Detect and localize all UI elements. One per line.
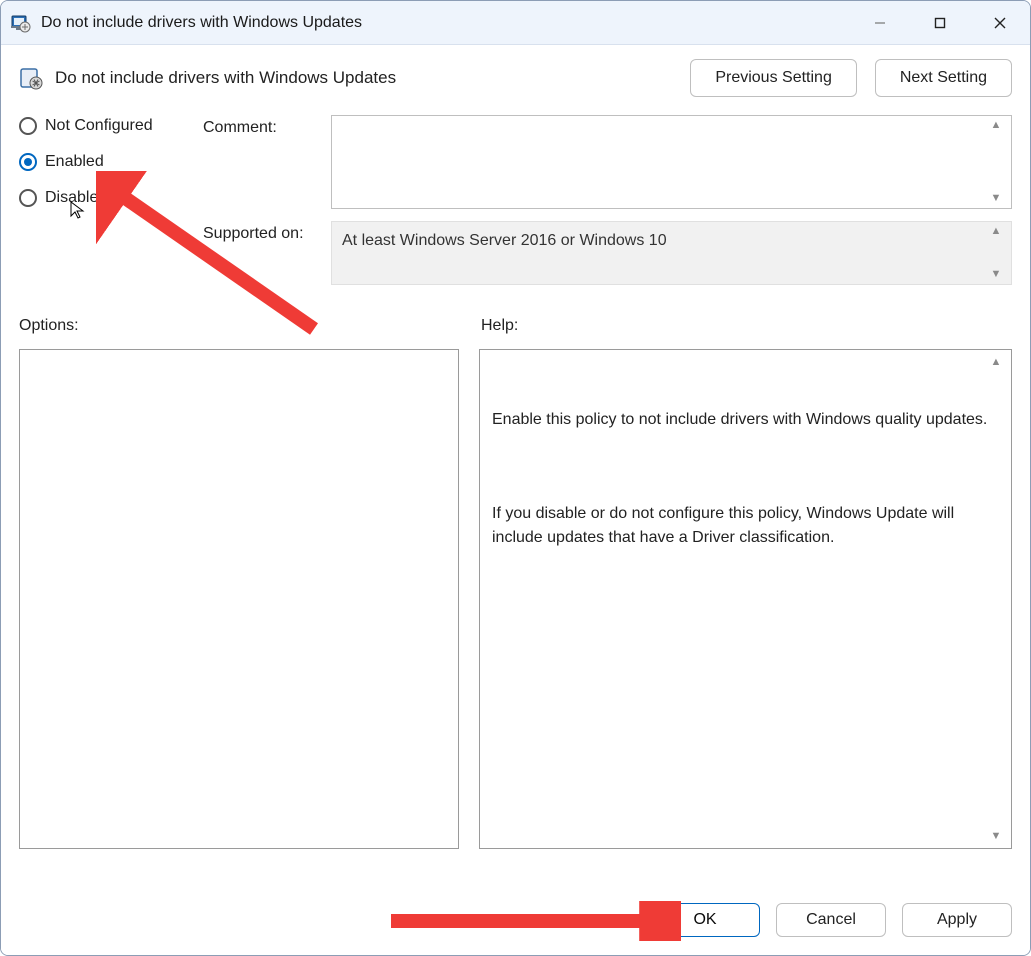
comment-scroll: ▲ ▼ xyxy=(985,116,1007,208)
apply-button[interactable]: Apply xyxy=(902,903,1012,937)
radio-label: Not Configured xyxy=(45,117,153,135)
policy-app-icon xyxy=(11,13,31,33)
options-label: Options: xyxy=(19,317,459,335)
radio-enabled[interactable]: Enabled xyxy=(19,153,203,171)
scroll-up-icon[interactable]: ▲ xyxy=(985,120,1007,131)
ok-button[interactable]: OK xyxy=(650,903,760,937)
radio-circle-icon xyxy=(19,153,37,171)
radio-label: Enabled xyxy=(45,153,104,171)
section-labels: Options: Help: xyxy=(19,317,1012,335)
help-label: Help: xyxy=(481,317,1012,335)
cancel-button[interactable]: Cancel xyxy=(776,903,886,937)
window-title: Do not include drivers with Windows Upda… xyxy=(41,14,362,32)
supported-value: At least Windows Server 2016 or Windows … xyxy=(342,232,667,249)
radio-circle-icon xyxy=(19,117,37,135)
scroll-up-icon[interactable]: ▲ xyxy=(985,226,1007,237)
nav-buttons: Previous Setting Next Setting xyxy=(690,59,1012,97)
comment-row: Comment: ▲ ▼ xyxy=(203,115,1012,209)
supported-on-text: At least Windows Server 2016 or Windows … xyxy=(331,221,1012,285)
help-scrollbar: ▲ ▼ xyxy=(985,350,1007,848)
close-button[interactable] xyxy=(970,1,1030,44)
maximize-button[interactable] xyxy=(910,1,970,44)
help-paragraph: If you disable or do not configure this … xyxy=(492,502,999,550)
policy-header: Do not include drivers with Windows Upda… xyxy=(19,59,1012,97)
supported-scroll: ▲ ▼ xyxy=(985,222,1007,284)
policy-icon xyxy=(19,66,43,90)
scroll-down-icon[interactable]: ▼ xyxy=(985,269,1007,280)
help-pane: Enable this policy to not include driver… xyxy=(479,349,1012,849)
radio-not-configured[interactable]: Not Configured xyxy=(19,117,203,135)
previous-setting-button[interactable]: Previous Setting xyxy=(690,59,857,97)
scroll-down-icon[interactable]: ▼ xyxy=(985,828,1007,845)
radio-circle-icon xyxy=(19,189,37,207)
scroll-up-icon[interactable]: ▲ xyxy=(985,354,1007,371)
panes-row: Enable this policy to not include driver… xyxy=(19,349,1012,849)
fields-column: Comment: ▲ ▼ Supported on: At least Wind… xyxy=(203,115,1012,297)
supported-label: Supported on: xyxy=(203,221,331,243)
radio-label: Disabled xyxy=(45,189,107,207)
group-policy-editor-dialog: Do not include drivers with Windows Upda… xyxy=(0,0,1031,956)
policy-title: Do not include drivers with Windows Upda… xyxy=(55,68,396,88)
minimize-button[interactable] xyxy=(850,1,910,44)
window-controls xyxy=(850,1,1030,44)
comment-textarea[interactable]: ▲ ▼ xyxy=(331,115,1012,209)
next-setting-button[interactable]: Next Setting xyxy=(875,59,1012,97)
supported-row: Supported on: At least Windows Server 20… xyxy=(203,221,1012,285)
help-paragraph: Enable this policy to not include driver… xyxy=(492,408,999,432)
scroll-down-icon[interactable]: ▼ xyxy=(985,193,1007,204)
options-pane xyxy=(19,349,459,849)
comment-label: Comment: xyxy=(203,115,331,137)
state-radio-group: Not Configured Enabled Disabled xyxy=(19,115,203,297)
config-row: Not Configured Enabled Disabled Comment: xyxy=(19,115,1012,297)
dialog-body: Do not include drivers with Windows Upda… xyxy=(1,45,1030,955)
footer-buttons: OK Cancel Apply xyxy=(1,889,1030,955)
titlebar: Do not include drivers with Windows Upda… xyxy=(1,1,1030,45)
radio-disabled[interactable]: Disabled xyxy=(19,189,203,207)
